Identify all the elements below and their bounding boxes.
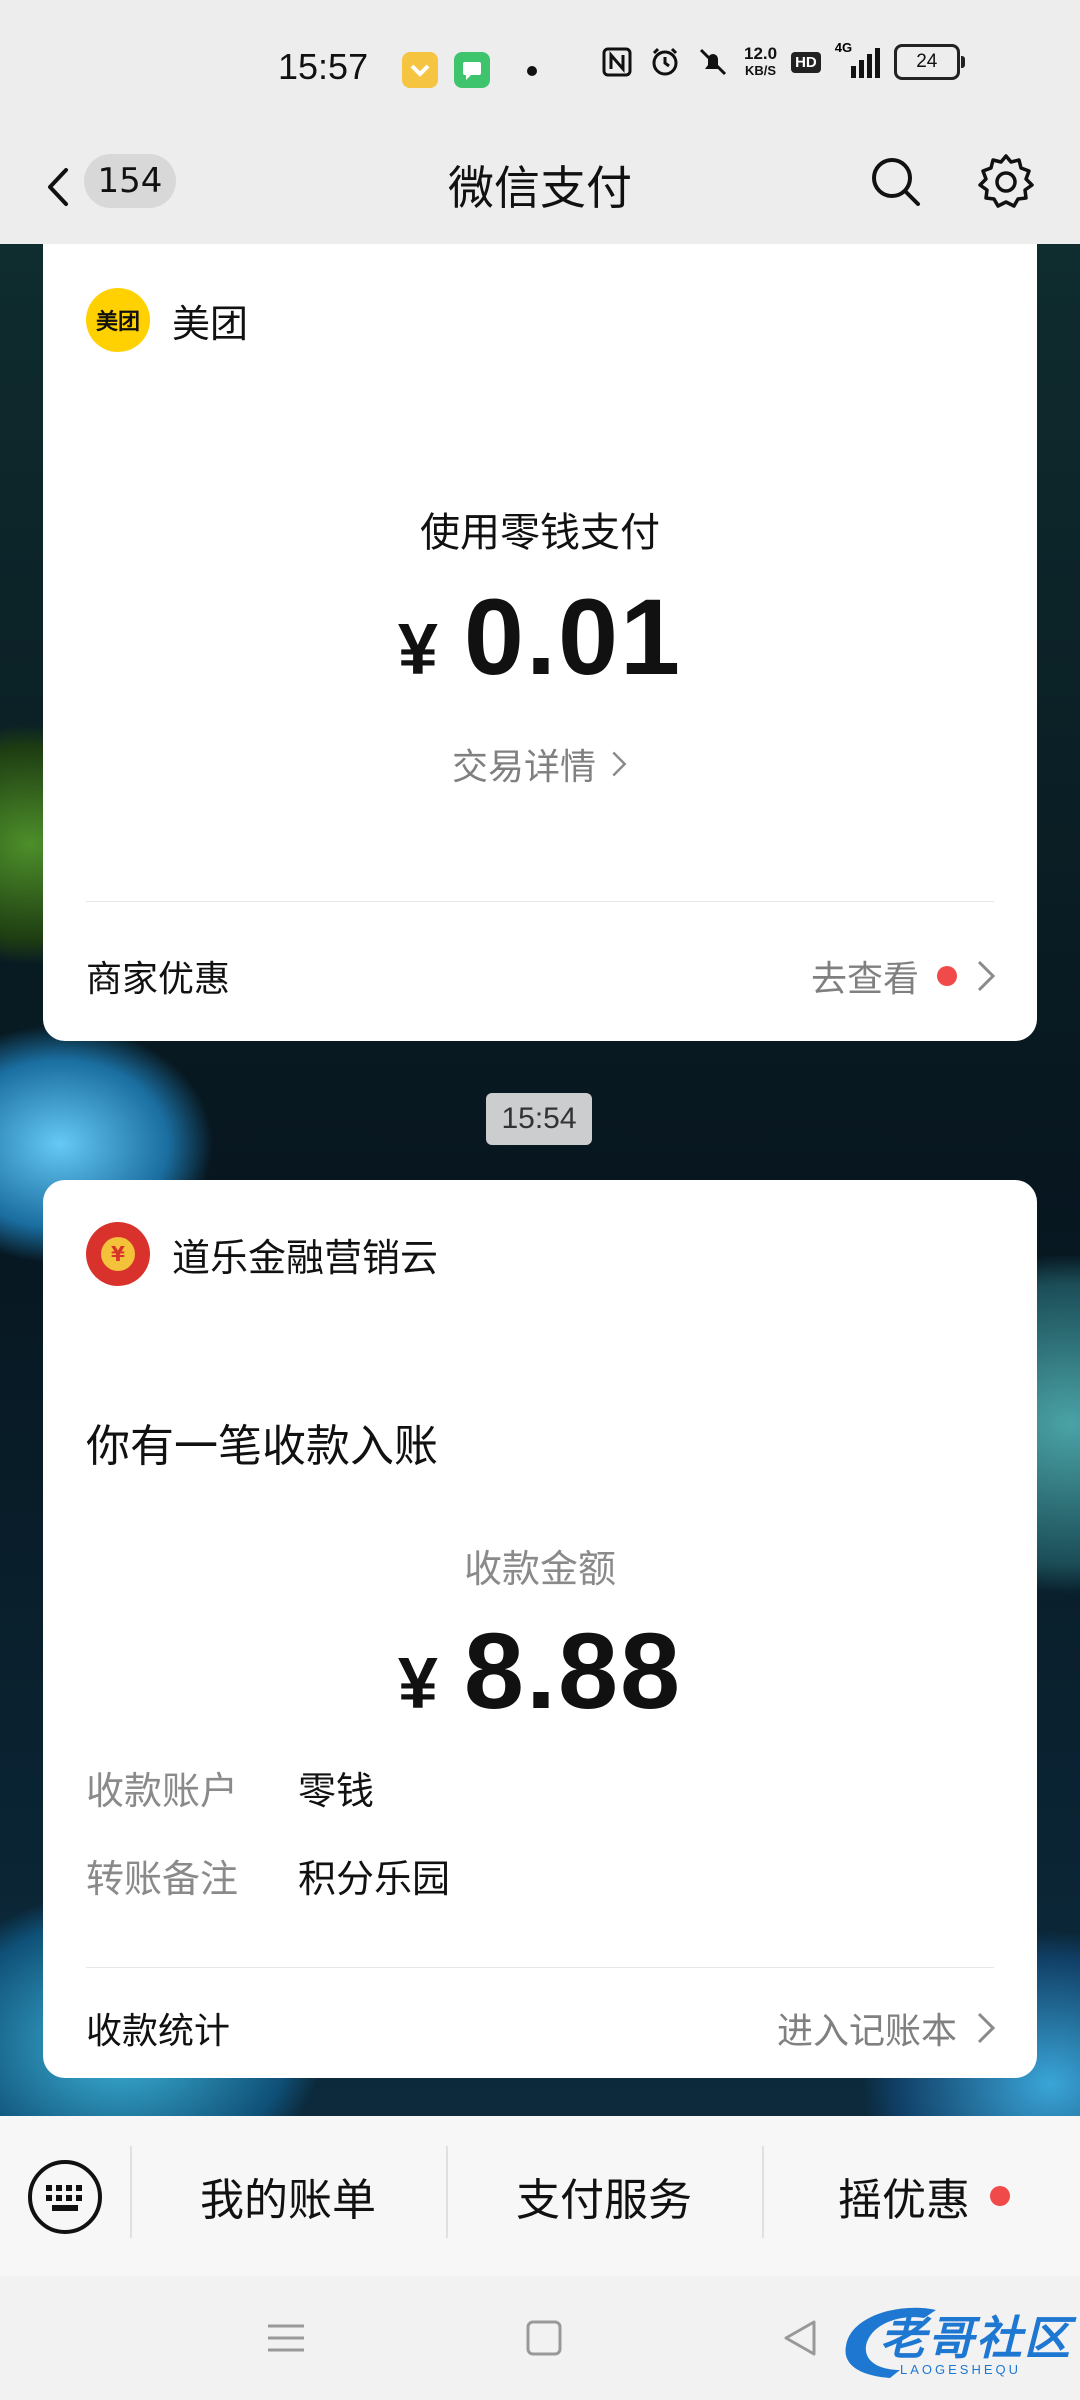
chevron-right-icon (977, 2012, 996, 2044)
transaction-detail-label: 交易详情 (451, 747, 596, 788)
menu-icon[interactable] (264, 2316, 308, 2360)
menu-item-label: 摇优惠 (838, 2175, 970, 2226)
new-indicator-dot (990, 2186, 1010, 2206)
currency-symbol: ¥ (397, 1644, 438, 1724)
receipt-amount: ¥ 8.88 (43, 1608, 1037, 1733)
nfc-icon (602, 47, 632, 77)
red-packet-logo-text: ¥ (111, 1242, 125, 1266)
signal-icon: 4G (835, 40, 880, 78)
status-time: 15:57 (278, 46, 369, 87)
card-header: 美团 美团 (86, 288, 248, 352)
open-ledger-link[interactable]: 进入记账本 (777, 2002, 997, 2054)
view-offers-link[interactable]: 去查看 (811, 950, 997, 1002)
chevron-right-icon (977, 960, 996, 992)
menu-item-label: 我的账单 (200, 2175, 376, 2226)
menu-item-label: 支付服务 (516, 2175, 692, 2226)
receiving-account-row: 收款账户 零钱 (86, 1760, 374, 1815)
detail-label: 收款账户 (86, 1769, 239, 1813)
hd-badge: HD (791, 51, 821, 73)
search-icon[interactable] (866, 152, 926, 212)
payment-notification-card[interactable]: 美团 美团 使用零钱支付 ¥ 0.01 交易详情 商家优惠 去查看 (43, 244, 1037, 1041)
menu-separator (762, 2146, 764, 2238)
network-speed: 12.0 KB/S (744, 45, 777, 79)
amount-value: 8.88 (463, 1610, 683, 1731)
notification-dot (527, 66, 537, 76)
back-triangle-icon[interactable] (778, 2316, 822, 2360)
receipt-notification-card[interactable]: ¥ 道乐金融营销云 你有一笔收款入账 收款金额 ¥ 8.88 收款账户 零钱 转… (43, 1180, 1037, 2078)
red-packet-logo: ¥ (86, 1222, 150, 1286)
new-indicator-dot (937, 966, 957, 986)
alarm-icon (652, 47, 678, 76)
status-bar: 15:57 12.0 KB/S HD 4G 24 (0, 0, 1080, 130)
view-offers-label: 去查看 (810, 959, 919, 1000)
home-icon[interactable] (522, 2316, 566, 2360)
detail-label: 转账备注 (86, 1857, 239, 1901)
battery-level: 24 (916, 51, 938, 72)
amount-label: 收款金额 (463, 1547, 616, 1591)
merchant-name: 道乐金融营销云 (172, 1235, 439, 1280)
menu-separator (130, 2146, 132, 2238)
message-timestamp: 15:54 (486, 1093, 592, 1145)
keyboard-toggle-icon[interactable] (26, 2158, 104, 2236)
divider (86, 901, 994, 902)
detail-value: 零钱 (298, 1769, 375, 1813)
service-account-menu: 我的账单 支付服务 摇优惠 (0, 2116, 1080, 2276)
transaction-detail-link[interactable]: 交易详情 (43, 738, 1037, 790)
battery-icon: 24 (893, 44, 965, 80)
detail-value: 积分乐园 (298, 1857, 451, 1901)
net-speed-value: 12.0 (744, 44, 778, 63)
transfer-note-row: 转账备注 积分乐园 (86, 1848, 450, 1903)
open-ledger-label: 进入记账本 (776, 2011, 957, 2052)
meituan-logo: 美团 (86, 288, 150, 352)
card-header: ¥ 道乐金融营销云 (86, 1222, 438, 1286)
net-speed-unit: KB/S (745, 63, 777, 78)
menu-item-shake-offers[interactable]: 摇优惠 (838, 2164, 1010, 2228)
meituan-logo-text: 美团 (95, 310, 140, 335)
message-app-icon (454, 52, 490, 88)
menu-item-my-bills[interactable]: 我的账单 (200, 2164, 376, 2228)
chat-header: 154 微信支付 (0, 130, 1080, 244)
amount-value: 0.01 (463, 576, 683, 697)
divider (86, 1967, 994, 1968)
receipt-stats-label: 收款统计 (86, 2011, 231, 2052)
system-navigation-bar: 老哥社区 LAOGESHEQU (0, 2276, 1080, 2400)
merchant-name: 美团 (172, 301, 249, 346)
merchant-offers-label: 商家优惠 (86, 959, 231, 1000)
notification-app-icon (402, 52, 438, 88)
gear-icon[interactable] (974, 150, 1038, 214)
receipt-headline: 你有一笔收款入账 (86, 1421, 438, 1472)
mute-icon (699, 48, 727, 76)
payment-amount: ¥ 0.01 (43, 574, 1037, 699)
payment-method: 使用零钱支付 (420, 510, 660, 556)
currency-symbol: ¥ (397, 610, 438, 690)
watermark-subtext: LAOGESHEQU (900, 2362, 1022, 2377)
menu-separator (446, 2146, 448, 2238)
watermark-text: 老哥社区 (880, 2311, 1072, 2365)
menu-item-payment-services[interactable]: 支付服务 (516, 2164, 692, 2228)
network-type: 4G (834, 40, 853, 55)
chevron-right-icon (612, 751, 627, 777)
